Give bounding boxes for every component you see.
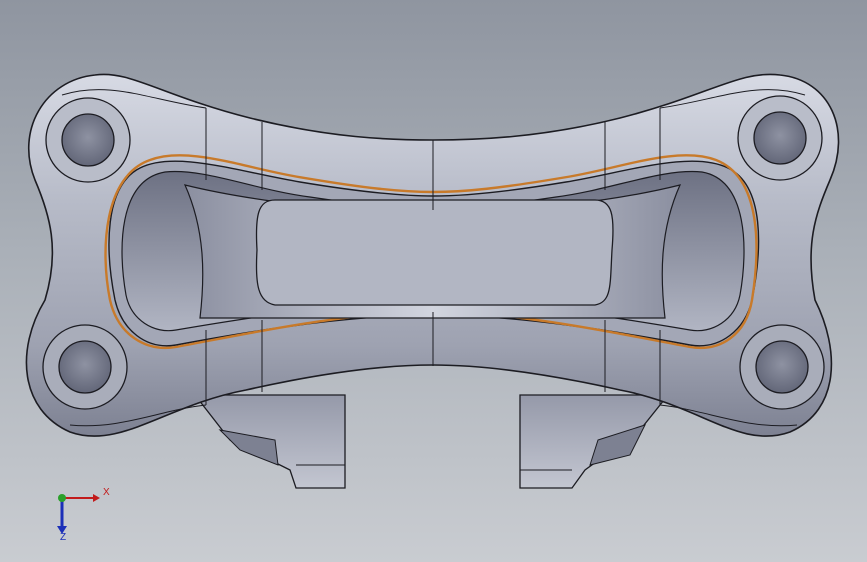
coordinate-triad: X Z (40, 478, 120, 548)
part-model[interactable] (0, 0, 867, 562)
x-axis-arrow (93, 494, 100, 502)
x-axis-label: X (103, 487, 110, 498)
lower-feet (193, 394, 670, 489)
mount-hole-bottom-left (42, 324, 128, 410)
mount-hole-top-right (737, 95, 823, 181)
z-axis-label: Z (60, 532, 67, 543)
mount-hole-top-left (45, 97, 131, 183)
center-slot (255, 199, 614, 306)
mount-hole-bottom-right (739, 324, 825, 410)
y-axis-dot (58, 494, 66, 502)
graphics-viewport[interactable]: X Z (0, 0, 867, 562)
